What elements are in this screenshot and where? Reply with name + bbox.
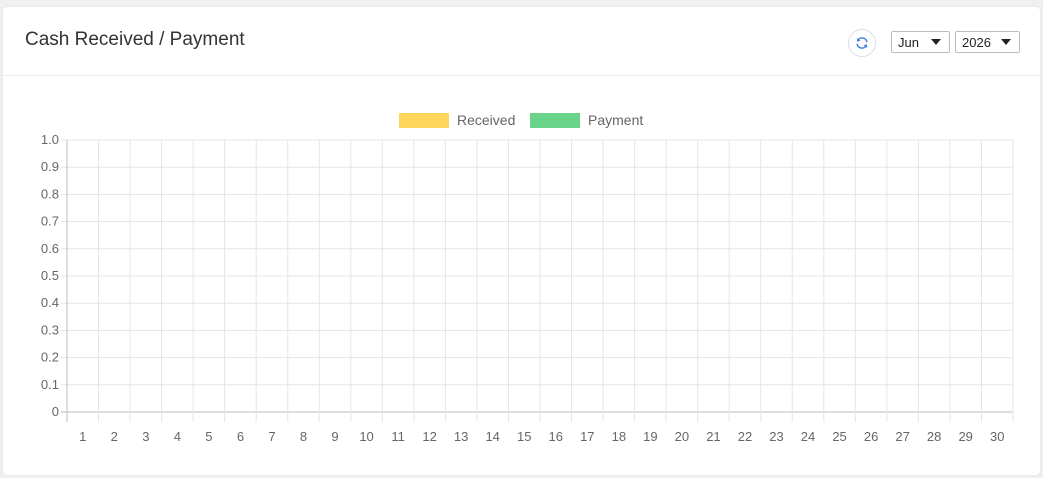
y-tick-label: 1.0 bbox=[41, 132, 59, 147]
x-tick-label: 7 bbox=[268, 429, 275, 444]
x-tick-label: 20 bbox=[675, 429, 689, 444]
x-tick-label: 23 bbox=[769, 429, 783, 444]
x-tick-label: 30 bbox=[990, 429, 1004, 444]
x-tick-label: 3 bbox=[142, 429, 149, 444]
legend-label-received: Received bbox=[457, 112, 515, 128]
x-tick-label: 22 bbox=[738, 429, 752, 444]
x-tick-label: 26 bbox=[864, 429, 878, 444]
x-tick-label: 6 bbox=[237, 429, 244, 444]
x-tick-label: 29 bbox=[958, 429, 972, 444]
x-tick-label: 19 bbox=[643, 429, 657, 444]
x-tick-label: 1 bbox=[79, 429, 86, 444]
x-tick-label: 16 bbox=[549, 429, 563, 444]
y-tick-label: 0.1 bbox=[41, 377, 59, 392]
x-tick-label: 21 bbox=[706, 429, 720, 444]
x-tick-label: 11 bbox=[391, 429, 405, 444]
legend-swatch-payment bbox=[530, 113, 580, 128]
y-tick-label: 0 bbox=[52, 404, 59, 419]
x-tick-label: 25 bbox=[832, 429, 846, 444]
x-tick-label: 8 bbox=[300, 429, 307, 444]
y-tick-label: 0.2 bbox=[41, 350, 59, 365]
x-tick-label: 15 bbox=[517, 429, 531, 444]
y-tick-label: 0.3 bbox=[41, 322, 59, 337]
x-tick-label: 4 bbox=[174, 429, 181, 444]
x-tick-label: 18 bbox=[612, 429, 626, 444]
legend-label-payment: Payment bbox=[588, 112, 643, 128]
x-tick-label: 12 bbox=[422, 429, 436, 444]
x-tick-label: 17 bbox=[580, 429, 594, 444]
x-tick-label: 5 bbox=[205, 429, 212, 444]
x-tick-label: 27 bbox=[895, 429, 909, 444]
y-tick-label: 0.8 bbox=[41, 186, 59, 201]
x-tick-label: 13 bbox=[454, 429, 468, 444]
y-tick-label: 0.5 bbox=[41, 268, 59, 283]
x-tick-label: 14 bbox=[485, 429, 499, 444]
bar-chart: 00.10.20.30.40.50.60.70.80.91.01 2 3 4 5 6 7 8 9… bbox=[41, 112, 1014, 444]
legend-swatch-received bbox=[399, 113, 449, 128]
y-tick-label: 0.4 bbox=[41, 295, 59, 310]
x-tick-label: 28 bbox=[927, 429, 941, 444]
y-tick-label: 0.9 bbox=[41, 159, 59, 174]
x-tick-label: 24 bbox=[801, 429, 815, 444]
cash-chart-card: Cash Received / Payment Jun 2026 0 0.1 0.2… bbox=[3, 7, 1040, 475]
x-tick-label: 10 bbox=[359, 429, 373, 444]
y-tick-label: 0.6 bbox=[41, 241, 59, 256]
y-tick-label: 0.7 bbox=[41, 214, 59, 229]
x-tick-label: 2 bbox=[111, 429, 118, 444]
x-tick-label: 9 bbox=[331, 429, 338, 444]
